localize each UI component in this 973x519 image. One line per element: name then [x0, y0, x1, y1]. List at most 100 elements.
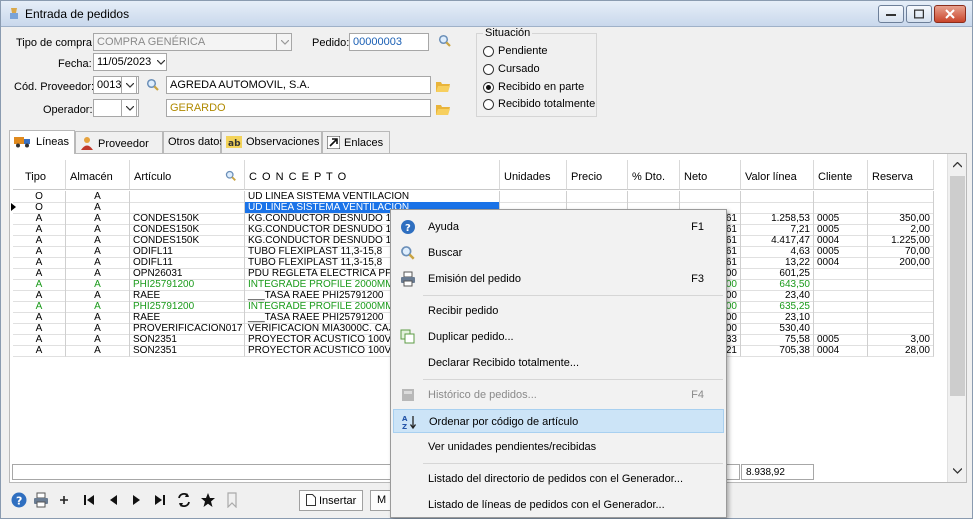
- proveedor-name-field[interactable]: AGREDA AUTOMOVIL, S.A.: [166, 76, 431, 94]
- col-header-precio[interactable]: Precio: [567, 160, 628, 190]
- menu-item-declarar-recibido[interactable]: Declarar Recibido totalmente...: [393, 351, 724, 375]
- tab-observaciones-label: Observaciones: [246, 136, 320, 148]
- col-header-valor-linea[interactable]: Valor línea: [741, 160, 814, 190]
- printer-icon[interactable]: [33, 492, 49, 508]
- bookmark-icon[interactable]: [224, 492, 240, 508]
- menu-item-label: Listado del directorio de pedidos con el…: [428, 473, 683, 485]
- scroll-up-icon[interactable]: [953, 162, 962, 168]
- col-header-neto[interactable]: Neto: [680, 160, 741, 190]
- search-icon: [401, 246, 415, 260]
- tab-lineas-label: Líneas: [36, 136, 70, 148]
- operador-label: Operador:: [43, 104, 93, 116]
- menu-item-historico-pedidos[interactable]: Histórico de pedidos... F4: [393, 383, 724, 407]
- menu-item-label: Ver unidades pendientes/recibidas: [428, 441, 597, 453]
- menu-item-label: Recibir pedido: [428, 305, 499, 317]
- person-icon: [81, 137, 93, 150]
- menu-item-label: Ordenar por código de artículo: [429, 416, 579, 428]
- add-icon[interactable]: [56, 492, 72, 508]
- menu-item-ver-unidades[interactable]: Ver unidades pendientes/recibidas: [393, 435, 724, 459]
- menu-item-duplicar-pedido[interactable]: Duplicar pedido...: [393, 325, 724, 349]
- tab-otros-datos[interactable]: Otros datos: [163, 131, 225, 153]
- tab-proveedor[interactable]: Proveedor: [75, 131, 163, 153]
- operador-name-field[interactable]: GERARDO: [166, 99, 431, 117]
- svg-text:?: ?: [405, 223, 411, 234]
- situacion-group: Situación Pendiente Cursado Recibido en …: [476, 27, 597, 117]
- col-header-concepto[interactable]: C O N C E P T O: [245, 160, 500, 190]
- radio-pendiente[interactable]: [483, 46, 494, 57]
- cell-valor[interactable]: 705,38: [741, 345, 814, 357]
- col-header-articulo-label: Artículo: [134, 171, 172, 183]
- svg-text:A: A: [402, 415, 408, 423]
- last-record-icon[interactable]: [152, 492, 168, 508]
- col-header-reserva[interactable]: Reserva: [868, 160, 934, 190]
- radio-recibido-en-parte[interactable]: [483, 82, 494, 93]
- printer-icon: [401, 271, 415, 287]
- menu-item-recibir-pedido[interactable]: Recibir pedido: [393, 299, 724, 323]
- svg-text:Z: Z: [402, 423, 407, 430]
- col-header-articulo[interactable]: Artículo: [130, 160, 245, 190]
- radio-recibido-totalmente[interactable]: [483, 99, 494, 110]
- tab-observaciones[interactable]: ab Observaciones: [221, 131, 322, 153]
- col-header-unidades[interactable]: Unidades: [500, 160, 567, 190]
- folder-icon[interactable]: [436, 103, 450, 115]
- modify-button[interactable]: M: [370, 490, 392, 511]
- col-header-almacen[interactable]: Almacén: [66, 160, 130, 190]
- menu-item-emision-pedido[interactable]: Emisión del pedido F3: [393, 267, 724, 291]
- col-header-dto[interactable]: % Dto.: [628, 160, 680, 190]
- cell-almacen[interactable]: A: [66, 345, 130, 357]
- previous-record-icon[interactable]: [105, 492, 121, 508]
- search-icon[interactable]: [146, 78, 160, 92]
- search-icon[interactable]: [438, 34, 452, 48]
- tab-lineas[interactable]: Líneas: [9, 130, 75, 154]
- menu-item-listado-lineas[interactable]: Listado de líneas de pedidos con el Gene…: [393, 493, 724, 517]
- maximize-icon: [914, 9, 924, 19]
- link-arrow-icon: [327, 136, 340, 149]
- menu-item-buscar[interactable]: Buscar: [393, 241, 724, 265]
- menu-separator: [423, 295, 723, 296]
- cell-tipo[interactable]: A: [13, 345, 66, 357]
- table-row[interactable]: O A UD LINEA SISTEMA VENTILACION: [13, 191, 945, 203]
- menu-item-label: Ayuda: [428, 221, 459, 233]
- svg-text:?: ?: [16, 495, 22, 508]
- operador-dropdown-button[interactable]: [121, 99, 137, 117]
- maximize-button[interactable]: [906, 5, 932, 23]
- radio-cursado[interactable]: [483, 64, 494, 75]
- vertical-scrollbar[interactable]: [947, 154, 966, 482]
- first-record-icon[interactable]: [81, 492, 97, 508]
- tab-enlaces-label: Enlaces: [344, 137, 384, 149]
- proveedor-label: Cód. Proveedor:: [14, 81, 95, 93]
- pedido-field[interactable]: 00000003: [349, 33, 429, 51]
- cell-articulo[interactable]: SON2351: [130, 345, 245, 357]
- chevron-down-icon[interactable]: [157, 60, 165, 65]
- tab-enlaces[interactable]: Enlaces: [322, 131, 390, 153]
- search-icon[interactable]: [225, 170, 237, 182]
- minimize-button[interactable]: [878, 5, 904, 23]
- title-bar: Entrada de pedidos: [1, 1, 972, 27]
- help-icon[interactable]: ?: [11, 492, 27, 508]
- row-pointer-icon: [11, 203, 16, 211]
- col-header-tipo[interactable]: Tipo: [13, 160, 66, 190]
- col-header-cliente[interactable]: Cliente: [814, 160, 868, 190]
- menu-item-ordenar-codigo[interactable]: AZ Ordenar por código de artículo: [393, 409, 724, 433]
- menu-item-label: Duplicar pedido...: [428, 331, 514, 343]
- menu-item-listado-directorio[interactable]: Listado del directorio de pedidos con el…: [393, 467, 724, 491]
- refresh-icon[interactable]: [176, 492, 192, 508]
- tipo-compra-combo[interactable]: COMPRA GENÉRICA: [93, 33, 277, 51]
- fecha-field[interactable]: 11/05/2023: [93, 53, 167, 71]
- folder-icon[interactable]: [436, 80, 450, 92]
- scroll-down-icon[interactable]: [953, 468, 962, 474]
- app-icon: [10, 8, 18, 19]
- proveedor-dropdown-button[interactable]: [121, 76, 137, 94]
- scrollbar-thumb[interactable]: [950, 176, 965, 396]
- cell-reserva[interactable]: 28,00: [868, 345, 934, 357]
- favorite-star-icon[interactable]: [200, 492, 216, 508]
- menu-item-ayuda[interactable]: ? Ayuda F1: [393, 215, 724, 239]
- next-record-icon[interactable]: [129, 492, 145, 508]
- insert-button[interactable]: Insertar: [299, 490, 363, 511]
- tipo-compra-label: Tipo de compra:: [16, 37, 96, 49]
- cell-cliente[interactable]: 0004: [814, 345, 868, 357]
- tab-otros-datos-label: Otros datos: [168, 136, 225, 148]
- truck-icon: [14, 137, 30, 148]
- close-button[interactable]: [934, 5, 966, 23]
- tipo-compra-dropdown-button[interactable]: [276, 33, 292, 51]
